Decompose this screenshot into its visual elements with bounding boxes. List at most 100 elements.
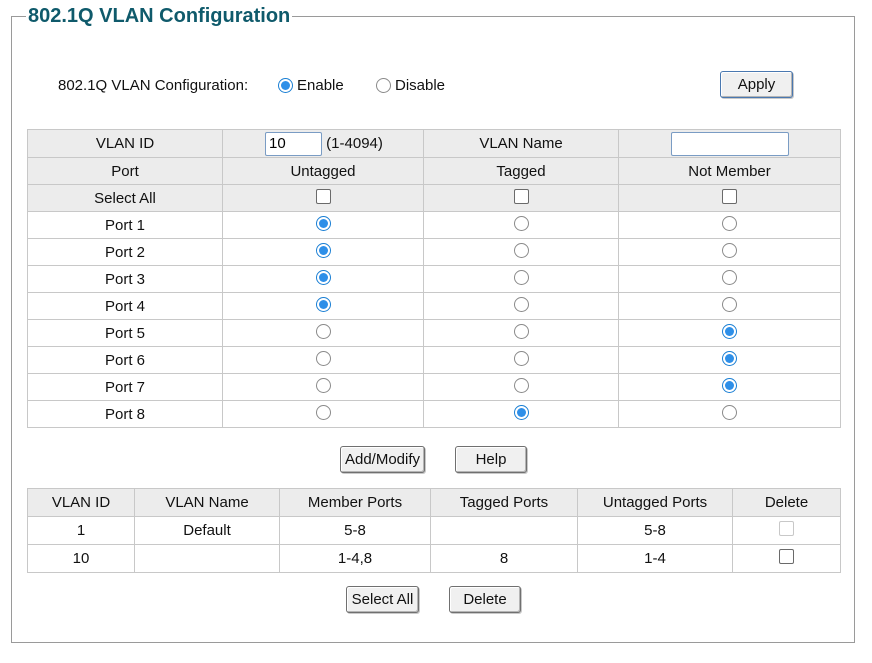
table-row: Port 2: [27, 238, 841, 266]
table-row: Port 5: [27, 319, 841, 347]
page-title: 802.1Q VLAN Configuration: [26, 3, 293, 29]
port-untagged-cell: [222, 238, 424, 266]
vlan-untagged-ports-cell: 5-8: [577, 516, 733, 545]
port-untagged-cell: [222, 373, 424, 401]
port-name: Port 6: [27, 346, 223, 374]
port-tagged-radio[interactable]: [513, 350, 529, 366]
port-untagged-radio[interactable]: [315, 323, 331, 339]
table-row: Port 8: [27, 400, 841, 428]
vlan-id-input[interactable]: [265, 131, 322, 156]
port-tagged-radio[interactable]: [513, 377, 529, 393]
port-untagged-radio[interactable]: [315, 404, 331, 420]
port-name: Port 5: [27, 319, 223, 347]
port-tagged-cell: [423, 265, 619, 293]
header-tagged-ports: Tagged Ports: [430, 488, 578, 517]
enable-radio[interactable]: [278, 78, 293, 93]
table-row: 1 Default 5-8 5-8: [27, 516, 841, 545]
port-tagged-radio[interactable]: [513, 296, 529, 312]
vlan-member-ports-cell: 5-8: [279, 516, 431, 545]
table-row: Port 7: [27, 373, 841, 401]
port-not-member-cell: [618, 265, 841, 293]
select-all-button[interactable]: Select All: [346, 586, 419, 613]
select-all-untagged-cell: [222, 184, 424, 212]
select-all-not-member-checkbox[interactable]: [722, 188, 737, 204]
port-not-member-cell: [618, 346, 841, 374]
port-not-member-radio[interactable]: [722, 323, 737, 339]
vlan-name-cell: [618, 129, 841, 158]
port-untagged-radio[interactable]: [315, 242, 331, 258]
port-tagged-radio[interactable]: [513, 242, 529, 258]
port-name: Port 4: [27, 292, 223, 320]
vlan-tagged-ports-cell: [430, 516, 578, 545]
port-untagged-radio[interactable]: [315, 377, 331, 393]
select-all-row-label: Select All: [27, 184, 223, 212]
vlan-delete-cell: [732, 544, 841, 573]
select-all-untagged-checkbox[interactable]: [315, 188, 331, 204]
port-not-member-radio[interactable]: [722, 377, 737, 393]
port-untagged-cell: [222, 400, 424, 428]
delete-button[interactable]: Delete: [449, 586, 521, 613]
help-button[interactable]: Help: [455, 446, 527, 473]
port-tagged-radio[interactable]: [513, 269, 529, 285]
select-all-tagged-checkbox[interactable]: [513, 188, 529, 204]
port-tagged-radio[interactable]: [513, 404, 529, 420]
port-not-member-cell: [618, 211, 841, 239]
vlan-mode-label: 802.1Q VLAN Configuration:: [58, 77, 249, 94]
add-modify-button[interactable]: Add/Modify: [340, 446, 425, 473]
delete-checkbox: [779, 521, 794, 536]
port-not-member-cell: [618, 319, 841, 347]
enable-option[interactable]: Enable: [278, 77, 344, 94]
port-tagged-cell: [423, 292, 619, 320]
port-untagged-cell: [222, 292, 424, 320]
vlan-tagged-ports-cell: 8: [430, 544, 578, 573]
port-tagged-radio[interactable]: [513, 323, 529, 339]
port-name: Port 1: [27, 211, 223, 239]
select-all-not-member-cell: [618, 184, 841, 212]
port-not-member-radio[interactable]: [722, 296, 737, 312]
vlan-delete-cell: [732, 516, 841, 545]
port-tagged-cell: [423, 319, 619, 347]
header-untagged-ports: Untagged Ports: [577, 488, 733, 517]
column-header-untagged: Untagged: [222, 157, 424, 185]
table-row: Port 4: [27, 292, 841, 320]
disable-label: Disable: [395, 77, 446, 94]
vlan-vlan-id-cell: 1: [27, 516, 135, 545]
port-not-member-cell: [618, 400, 841, 428]
port-not-member-radio[interactable]: [722, 350, 737, 366]
disable-radio[interactable]: [376, 78, 391, 93]
port-tagged-cell: [423, 238, 619, 266]
port-untagged-radio[interactable]: [315, 350, 331, 366]
disable-option[interactable]: Disable: [376, 77, 445, 94]
delete-checkbox[interactable]: [779, 549, 794, 564]
vlan-vlan-name-cell: Default: [134, 516, 280, 545]
port-untagged-radio[interactable]: [315, 296, 331, 312]
vlan-name-input[interactable]: [670, 131, 789, 156]
port-name: Port 2: [27, 238, 223, 266]
port-not-member-radio[interactable]: [722, 215, 737, 231]
port-untagged-radio[interactable]: [315, 269, 331, 285]
port-untagged-radio[interactable]: [315, 215, 331, 231]
port-name: Port 8: [27, 400, 223, 428]
column-header-not-member: Not Member: [618, 157, 841, 185]
column-header-tagged: Tagged: [423, 157, 619, 185]
header-delete: Delete: [732, 488, 841, 517]
port-tagged-cell: [423, 373, 619, 401]
vlan-vlan-name-cell: [134, 544, 280, 573]
port-untagged-cell: [222, 319, 424, 347]
port-name: Port 7: [27, 373, 223, 401]
table-row: Port 6: [27, 346, 841, 374]
port-not-member-radio[interactable]: [722, 404, 737, 420]
apply-button[interactable]: Apply: [720, 71, 793, 98]
port-not-member-radio[interactable]: [722, 269, 737, 285]
vlan-name-label: VLAN Name: [423, 129, 619, 158]
column-header-port: Port: [27, 157, 223, 185]
vlan-vlan-id-cell: 10: [27, 544, 135, 573]
vlan-mode-row: 802.1Q VLAN Configuration: Enable Disabl…: [58, 74, 798, 100]
port-tagged-radio[interactable]: [513, 215, 529, 231]
vlan-member-ports-cell: 1-4,8: [279, 544, 431, 573]
select-all-tagged-cell: [423, 184, 619, 212]
port-not-member-radio[interactable]: [722, 242, 737, 258]
port-untagged-cell: [222, 265, 424, 293]
port-not-member-cell: [618, 373, 841, 401]
table-row: Port 1: [27, 211, 841, 239]
